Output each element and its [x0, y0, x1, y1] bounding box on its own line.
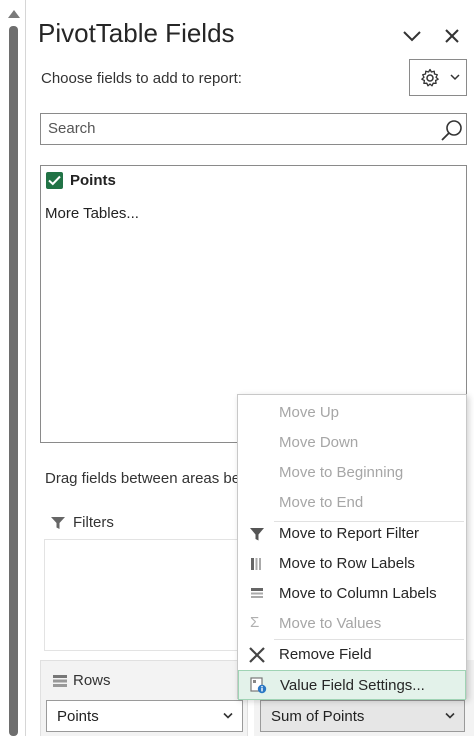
chevron-down-icon	[223, 712, 233, 719]
drag-fields-label: Drag fields between areas be	[45, 470, 241, 487]
column-labels-icon	[251, 588, 263, 598]
more-tables-link[interactable]: More Tables...	[45, 205, 139, 222]
menu-item-move-down[interactable]: Move Down	[238, 428, 466, 458]
scroll-thumb[interactable]	[9, 26, 18, 736]
choose-fields-label: Choose fields to add to report:	[41, 70, 242, 87]
rows-field-label: Points	[57, 708, 99, 725]
menu-item-label: Move to Beginning	[279, 464, 404, 481]
field-context-menu: Move Up Move Down Move to Beginning Move…	[237, 394, 467, 700]
gear-icon	[421, 68, 439, 87]
menu-item-label: Value Field Settings...	[280, 677, 425, 694]
row-labels-icon	[251, 558, 261, 570]
pane-title: PivotTable Fields	[38, 18, 235, 48]
menu-item-move-up[interactable]: Move Up	[238, 398, 466, 428]
values-field-label: Sum of Points	[271, 708, 365, 725]
scroll-up-arrow-icon[interactable]	[8, 10, 20, 18]
chevron-down-icon[interactable]	[400, 24, 424, 48]
checkmark-icon	[48, 175, 61, 186]
field-settings-icon	[250, 677, 267, 694]
rows-area-label: Rows	[73, 672, 111, 689]
menu-item-label: Remove Field	[279, 646, 372, 663]
menu-item-move-to-beginning[interactable]: Move to Beginning	[238, 458, 466, 488]
values-field-pill[interactable]: Sum of Points	[260, 700, 465, 732]
menu-item-value-field-settings[interactable]: Value Field Settings...	[238, 670, 466, 700]
filters-drop-zone[interactable]	[44, 539, 244, 651]
filter-icon	[51, 517, 65, 529]
menu-item-move-to-row-labels[interactable]: Move to Row Labels	[238, 549, 466, 579]
remove-x-icon	[249, 647, 265, 663]
menu-item-label: Move Up	[279, 404, 340, 421]
menu-item-remove-field[interactable]: Remove Field	[238, 640, 466, 670]
rows-field-pill[interactable]: Points	[46, 700, 243, 732]
menu-item-label: Move to Report Filter	[279, 525, 420, 542]
field-checkbox-points[interactable]	[46, 172, 63, 189]
rows-icon	[53, 675, 67, 687]
menu-item-move-to-column-labels[interactable]: Move to Column Labels	[238, 579, 466, 609]
tools-button[interactable]	[409, 59, 467, 96]
menu-item-label: Move to Row Labels	[279, 555, 415, 572]
filters-area-label: Filters	[73, 514, 114, 531]
menu-item-move-to-report-filter[interactable]: Move to Report Filter	[238, 519, 466, 549]
menu-item-label: Move Down	[279, 434, 359, 451]
menu-item-move-to-end[interactable]: Move to End	[238, 488, 466, 518]
chevron-down-icon	[445, 712, 455, 719]
search-input[interactable]	[48, 120, 428, 137]
filter-icon	[250, 528, 264, 541]
menu-item-label: Move to End	[279, 494, 364, 511]
chevron-down-icon	[450, 74, 460, 81]
sigma-icon: Σ	[250, 614, 260, 631]
vertical-scrollbar[interactable]	[0, 0, 26, 736]
search-box[interactable]	[40, 113, 467, 145]
menu-item-move-to-values[interactable]: Σ Move to Values	[238, 609, 466, 639]
close-icon[interactable]	[440, 24, 464, 48]
menu-item-label: Move to Values	[279, 615, 382, 632]
search-icon[interactable]	[440, 118, 464, 142]
field-item-points[interactable]: Points	[70, 172, 116, 189]
menu-item-label: Move to Column Labels	[279, 585, 437, 602]
